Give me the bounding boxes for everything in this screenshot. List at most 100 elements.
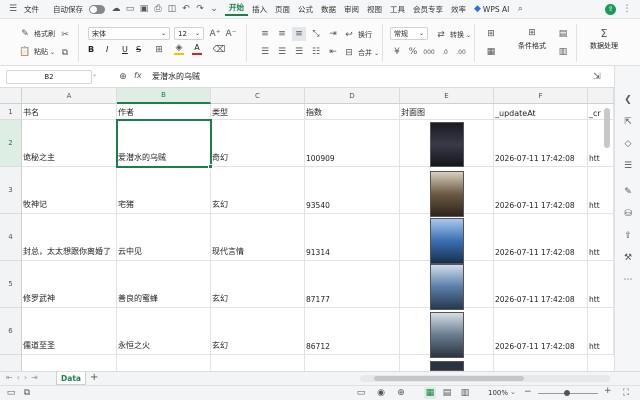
wps-ai-button[interactable]: ◆ WPS AI xyxy=(470,4,513,14)
cell-title[interactable]: 儒道至圣 xyxy=(22,308,117,355)
cloud-icon[interactable]: ☁ xyxy=(109,2,123,16)
align-left-icon[interactable]: ☰ xyxy=(258,45,272,59)
header-cell-index[interactable]: 指数 xyxy=(305,104,400,120)
bold-button[interactable]: B xyxy=(88,45,94,54)
cover-image[interactable] xyxy=(430,361,464,371)
thousands-icon[interactable]: 000 xyxy=(422,45,436,59)
cell-author[interactable]: 善良的蜜蜂 xyxy=(117,261,211,308)
align-bottom-icon[interactable]: ≡ xyxy=(292,27,306,41)
cell-style-icon[interactable]: ▦ xyxy=(484,45,498,59)
zoom-dropdown-icon[interactable]: ⌄ xyxy=(510,388,516,396)
prev-sheet-icon[interactable]: ‹ xyxy=(17,373,20,382)
undo-icon[interactable]: ↶ xyxy=(179,2,193,16)
header-cell-updated[interactable]: _updateAt xyxy=(494,104,588,120)
formula-expand-icon[interactable]: ⇲ xyxy=(590,70,604,84)
cell-author[interactable]: 云中见 xyxy=(117,214,211,261)
tab-view[interactable]: 视图 xyxy=(363,4,386,15)
cell-index[interactable]: 100909 xyxy=(305,120,400,167)
paste-button[interactable]: 📋 粘贴 ⌄ xyxy=(18,45,55,59)
open-folder-icon[interactable]: ▭ xyxy=(123,2,137,16)
cell-index[interactable]: 91314 xyxy=(305,214,400,261)
tab-review[interactable]: 审阅 xyxy=(340,4,363,15)
cell-author[interactable]: 永恒之火 xyxy=(117,308,211,355)
tools-icon[interactable]: ⚒ xyxy=(622,252,634,264)
eye-protection-icon[interactable]: ◉ xyxy=(376,388,386,398)
copy-icon[interactable]: ⧉ xyxy=(58,46,72,60)
font-color-icon[interactable]: A xyxy=(192,43,202,55)
normal-view-icon[interactable]: ▦ xyxy=(424,387,436,399)
fill-handle[interactable] xyxy=(208,164,213,169)
increase-font-icon[interactable]: A⁺ xyxy=(208,27,222,41)
save-icon[interactable]: ▣ xyxy=(137,2,151,16)
clear-format-icon[interactable]: ⌫ xyxy=(212,43,226,57)
tab-page[interactable]: 页面 xyxy=(271,4,294,15)
italic-button[interactable]: I xyxy=(106,45,108,54)
first-sheet-icon[interactable]: ⇤ xyxy=(6,373,13,382)
col-header-b[interactable]: B xyxy=(117,88,211,104)
border-icon[interactable]: ⊞ xyxy=(152,43,166,57)
select-all-corner[interactable] xyxy=(0,88,22,104)
add-sheet-icon[interactable]: + xyxy=(90,372,98,383)
cell-empty[interactable] xyxy=(494,355,588,371)
header-cell-author[interactable]: 作者 xyxy=(117,104,211,120)
cell-mode-icon[interactable]: ▭ xyxy=(356,388,366,398)
zoom-level[interactable]: 100% xyxy=(488,389,508,397)
tab-insert[interactable]: 插入 xyxy=(248,4,271,15)
name-box-dropdown-icon[interactable]: ⌄ xyxy=(92,71,97,78)
cover-image[interactable] xyxy=(430,312,464,358)
fx-button[interactable]: fx xyxy=(134,71,142,80)
macro-icon[interactable]: ▭ xyxy=(6,388,16,398)
cell-created[interactable]: htt xyxy=(588,308,614,355)
cell-title[interactable]: 修罗武神 xyxy=(22,261,117,308)
align-center-icon[interactable]: ☰ xyxy=(275,45,289,59)
header-cell-cover[interactable]: 封面图 xyxy=(400,104,494,120)
font-name-select[interactable]: 宋体 ⌄ xyxy=(88,27,170,40)
cell-author[interactable]: 宅猪 xyxy=(117,167,211,214)
align-right-icon[interactable]: ☰ xyxy=(292,45,306,59)
collapse-sidebar-icon[interactable]: ❮ xyxy=(622,94,634,106)
properties-icon[interactable]: ☰ xyxy=(622,160,634,172)
next-sheet-icon[interactable]: › xyxy=(24,373,27,382)
header-cell-title[interactable]: 书名 xyxy=(22,104,117,120)
col-header-f[interactable]: F xyxy=(494,88,588,104)
row-header-6[interactable]: 6 xyxy=(0,308,22,355)
orientation-icon[interactable]: ⤡ xyxy=(309,27,323,41)
indent-icon[interactable]: ⇥ xyxy=(326,27,340,41)
align-top-icon[interactable]: ≡ xyxy=(258,27,272,41)
vertical-scrollbar-thumb[interactable] xyxy=(604,108,610,148)
decrease-font-icon[interactable]: A⁻ xyxy=(224,27,238,41)
row-header-4[interactable]: 4 xyxy=(0,214,22,261)
cell-index[interactable]: 86712 xyxy=(305,308,400,355)
cell-index[interactable]: 87177 xyxy=(305,261,400,308)
row-header-3[interactable]: 3 xyxy=(0,167,22,214)
fill-down-icon[interactable]: ▤ xyxy=(556,27,570,41)
print-icon[interactable]: ⎙ xyxy=(151,2,165,16)
row-header-1[interactable]: 1 xyxy=(0,104,22,120)
name-box[interactable]: B2 xyxy=(6,70,92,84)
cover-image[interactable] xyxy=(430,264,464,310)
wrap-button[interactable]: ↩ 换行 xyxy=(342,28,372,42)
more-chevron-icon[interactable]: ⌄ xyxy=(207,2,221,16)
formula-input[interactable]: 爱潜水的乌贼 xyxy=(152,71,200,82)
search-icon[interactable]: ⌕ xyxy=(513,2,527,16)
backup-icon[interactable]: ⛁ xyxy=(622,208,634,220)
underline-button[interactable]: U xyxy=(122,45,128,54)
col-header-d[interactable]: D xyxy=(305,88,400,104)
col-header-e[interactable]: E xyxy=(400,88,494,104)
row-col-icon[interactable]: ▥ xyxy=(556,45,570,59)
cell-updated[interactable]: 2026-07-11 17:42:08 xyxy=(494,214,588,261)
cell-type[interactable]: 现代言情 xyxy=(211,214,305,261)
cell-empty[interactable] xyxy=(117,355,211,371)
cell-title[interactable]: 封总，太太想跟你离婚了 xyxy=(22,214,117,261)
data-process-button[interactable]: Σ 数据处理 xyxy=(584,25,624,51)
strikethrough-icon[interactable]: S xyxy=(136,45,141,54)
tab-efficiency[interactable]: 效率 xyxy=(447,4,470,15)
cell-empty[interactable] xyxy=(22,355,117,371)
cover-image[interactable] xyxy=(430,218,464,264)
autosave-toggle[interactable] xyxy=(89,4,105,14)
number-format-select[interactable]: 常规 ⌄ xyxy=(390,27,428,40)
header-cell-type[interactable]: 类型 xyxy=(211,104,305,120)
cell-updated[interactable]: 2026-07-11 17:42:08 xyxy=(494,120,588,167)
cell-updated[interactable]: 2026-07-11 17:42:08 xyxy=(494,261,588,308)
horizontal-scrollbar-thumb[interactable] xyxy=(374,376,524,381)
